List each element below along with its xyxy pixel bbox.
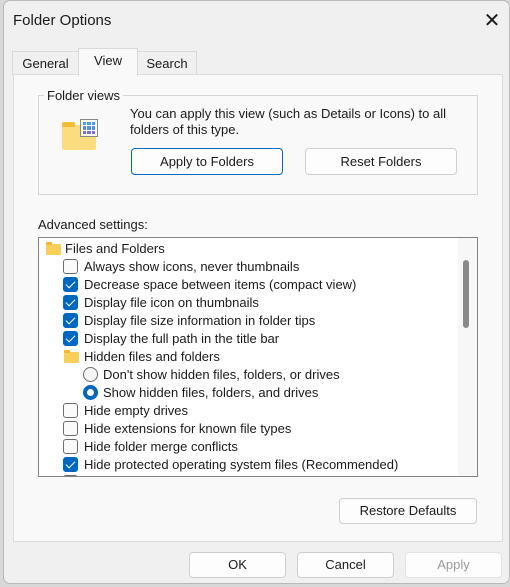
checkbox[interactable]: [63, 475, 78, 476]
reset-folders-button[interactable]: Reset Folders: [305, 148, 457, 175]
folder-options-dialog: Folder Options ✕ General View Search Fol…: [3, 0, 510, 584]
setting-label: Hide extensions for known file types: [84, 421, 292, 436]
setting-label: Always show icons, never thumbnails: [84, 259, 300, 274]
checkbox[interactable]: [63, 331, 78, 346]
checkbox[interactable]: [63, 457, 78, 472]
folder-view-icon: [60, 119, 100, 151]
setting-label: Hide empty drives: [84, 403, 189, 418]
radio-button[interactable]: [83, 385, 98, 400]
setting-label: Show hidden files, folders, and drives: [103, 385, 319, 400]
folder-icon: [46, 242, 61, 255]
checkbox[interactable]: [63, 403, 78, 418]
setting-label: Files and Folders: [65, 241, 165, 256]
setting-label: Display file icon on thumbnails: [84, 295, 259, 310]
checkbox[interactable]: [63, 277, 78, 292]
checkbox[interactable]: [63, 313, 78, 328]
scrollbar-track[interactable]: [458, 238, 477, 476]
setting-label: Don't show hidden files, folders, or dri…: [103, 367, 340, 382]
checkbox[interactable]: [63, 439, 78, 454]
restore-defaults-button[interactable]: Restore Defaults: [339, 498, 477, 524]
setting-label: Hide folder merge conflicts: [84, 439, 238, 454]
setting-label: Display the full path in the title bar: [84, 331, 280, 346]
cancel-button[interactable]: Cancel: [297, 552, 394, 578]
ok-button[interactable]: OK: [189, 552, 286, 578]
apply-to-folders-button[interactable]: Apply to Folders: [131, 148, 283, 175]
advanced-settings-label: Advanced settings:: [38, 217, 148, 232]
setting-label: Hidden files and folders: [84, 349, 220, 364]
folder-views-legend: Folder views: [44, 88, 123, 103]
setting-label: Decrease space between items (compact vi…: [84, 277, 357, 292]
radio-button[interactable]: [83, 367, 98, 382]
tab-general[interactable]: General: [12, 51, 79, 75]
apply-button: Apply: [405, 552, 502, 578]
close-icon[interactable]: ✕: [480, 9, 504, 33]
scrollbar-thumb[interactable]: [463, 260, 469, 328]
tab-view[interactable]: View: [78, 48, 138, 76]
tab-search[interactable]: Search: [137, 51, 197, 75]
setting-label: Hide protected operating system files (R…: [84, 457, 399, 472]
checkbox[interactable]: [63, 259, 78, 274]
advanced-settings-list[interactable]: Files and Folders Always show icons, neve…: [38, 237, 478, 477]
folder-views-description: You can apply this view (such as Details…: [130, 106, 447, 137]
setting-label: Display file size information in folder …: [84, 313, 316, 328]
checkbox[interactable]: [63, 295, 78, 310]
window-title: Folder Options: [13, 12, 112, 29]
checkbox[interactable]: [63, 421, 78, 436]
folder-icon: [64, 350, 79, 363]
